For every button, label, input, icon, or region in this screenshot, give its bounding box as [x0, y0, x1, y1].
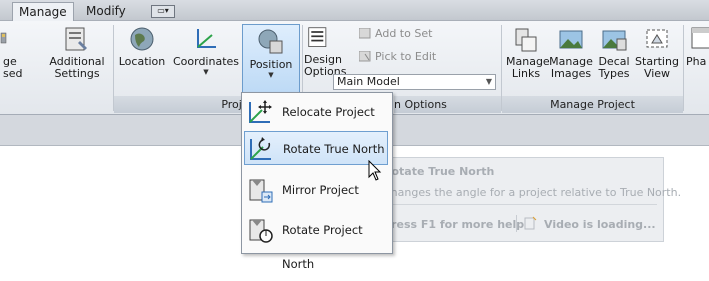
menu-item-label: Mirror Project: [282, 183, 359, 197]
tooltip-help-text: Press F1 for more help: [383, 218, 525, 231]
video-icon: [524, 216, 537, 230]
ribbon-separator: [683, 25, 684, 111]
button-label: Starting View: [635, 55, 679, 80]
panel-title-design-options[interactable]: n Options: [394, 96, 501, 113]
rotate-project-north-icon: [249, 219, 273, 243]
add-to-set-label: Add to Set: [375, 27, 433, 40]
tooltip-video-status: Video is loading...: [544, 218, 656, 231]
mouse-cursor-icon: [368, 160, 382, 181]
chevron-down-icon: ▼: [203, 68, 209, 76]
tab-manage[interactable]: Manage: [12, 2, 74, 21]
starting-view-button[interactable]: Starting View: [634, 25, 680, 95]
starting-view-icon: [646, 29, 668, 48]
tooltip: Rotate True North Changes the angle for …: [376, 157, 681, 242]
design-option-combobox[interactable]: Main Model ▼: [333, 74, 496, 90]
manage-links-button[interactable]: Manage Links: [506, 25, 550, 95]
decal-types-button[interactable]: Decal Types: [596, 25, 632, 95]
button-label: Coordinates: [172, 55, 240, 68]
menu-item-mirror-project[interactable]: Mirror Project: [244, 173, 388, 207]
pick-to-edit-button[interactable]: Pick to Edit: [357, 49, 436, 65]
button-label: Manage Images: [549, 55, 593, 80]
rotate-true-north-icon: [250, 137, 271, 160]
panel-title-manage-project[interactable]: Manage Project: [502, 96, 683, 113]
coordinates-icon: [197, 29, 216, 48]
manage-links-icon: [515, 28, 537, 52]
additional-settings-icon: [65, 27, 87, 51]
additional-settings-button[interactable]: Additional Settings: [44, 25, 110, 95]
combo-value: Main Model: [337, 75, 400, 88]
menu-item-rotate-true-north[interactable]: Rotate True North: [244, 131, 388, 165]
add-to-set-button[interactable]: Add to Set: [357, 26, 432, 42]
project-base-button[interactable]: ge sed: [0, 25, 24, 95]
manage-images-icon: [559, 30, 583, 49]
button-label: Additional Settings: [49, 55, 105, 80]
tooltip-divider: [381, 204, 657, 205]
button-label: ge sed: [3, 55, 23, 80]
design-options-icon: [308, 27, 327, 47]
tooltip-description: Changes the angle for a project relative…: [383, 186, 682, 199]
location-button[interactable]: Location: [117, 25, 167, 95]
coordinates-button[interactable]: Coordinates ▼: [171, 25, 241, 95]
menu-item-label: Relocate Project: [282, 105, 375, 119]
button-label: Position: [249, 58, 293, 71]
button-label: Location: [118, 55, 166, 68]
menu-item-label: Rotate Project North: [282, 223, 363, 271]
relocate-project-icon: [249, 100, 272, 123]
ribbon-tab-strip: Manage Modify ▭▾: [0, 0, 709, 21]
button-label: Pha: [686, 55, 707, 68]
button-label: Decal Types: [598, 55, 630, 80]
design-options-button[interactable]: Design Options: [304, 25, 347, 95]
chevron-down-icon: ▼: [268, 71, 274, 79]
globe-location-icon: [130, 27, 154, 51]
panel-title-label: n Options: [394, 98, 447, 111]
decal-types-icon: [602, 30, 627, 51]
tooltip-separator: [516, 215, 517, 232]
tab-modify[interactable]: Modify: [80, 2, 132, 20]
chevron-down-icon: ▼: [485, 77, 492, 86]
tooltip-title: Rotate True North: [383, 165, 495, 178]
button-label: Design Options: [304, 53, 347, 78]
phases-button[interactable]: Pha: [686, 25, 709, 95]
button-label: Manage Links: [506, 55, 550, 80]
add-to-set-icon: [359, 28, 371, 39]
menu-item-relocate-project[interactable]: Relocate Project: [244, 95, 388, 129]
project-base-icon: [0, 32, 7, 44]
quick-access-dropdown-icon[interactable]: ▭▾: [151, 5, 175, 18]
pick-to-edit-icon: [359, 51, 371, 62]
panel-title-label: Manage Project: [550, 98, 635, 111]
position-icon: [258, 29, 283, 54]
manage-images-button[interactable]: Manage Images: [549, 25, 593, 95]
menu-item-rotate-project-north[interactable]: Rotate Project North: [244, 213, 388, 271]
mirror-project-icon: [249, 179, 273, 203]
pick-to-edit-label: Pick to Edit: [375, 50, 437, 63]
phases-icon: [691, 27, 709, 49]
position-button[interactable]: Position ▼: [242, 24, 300, 96]
